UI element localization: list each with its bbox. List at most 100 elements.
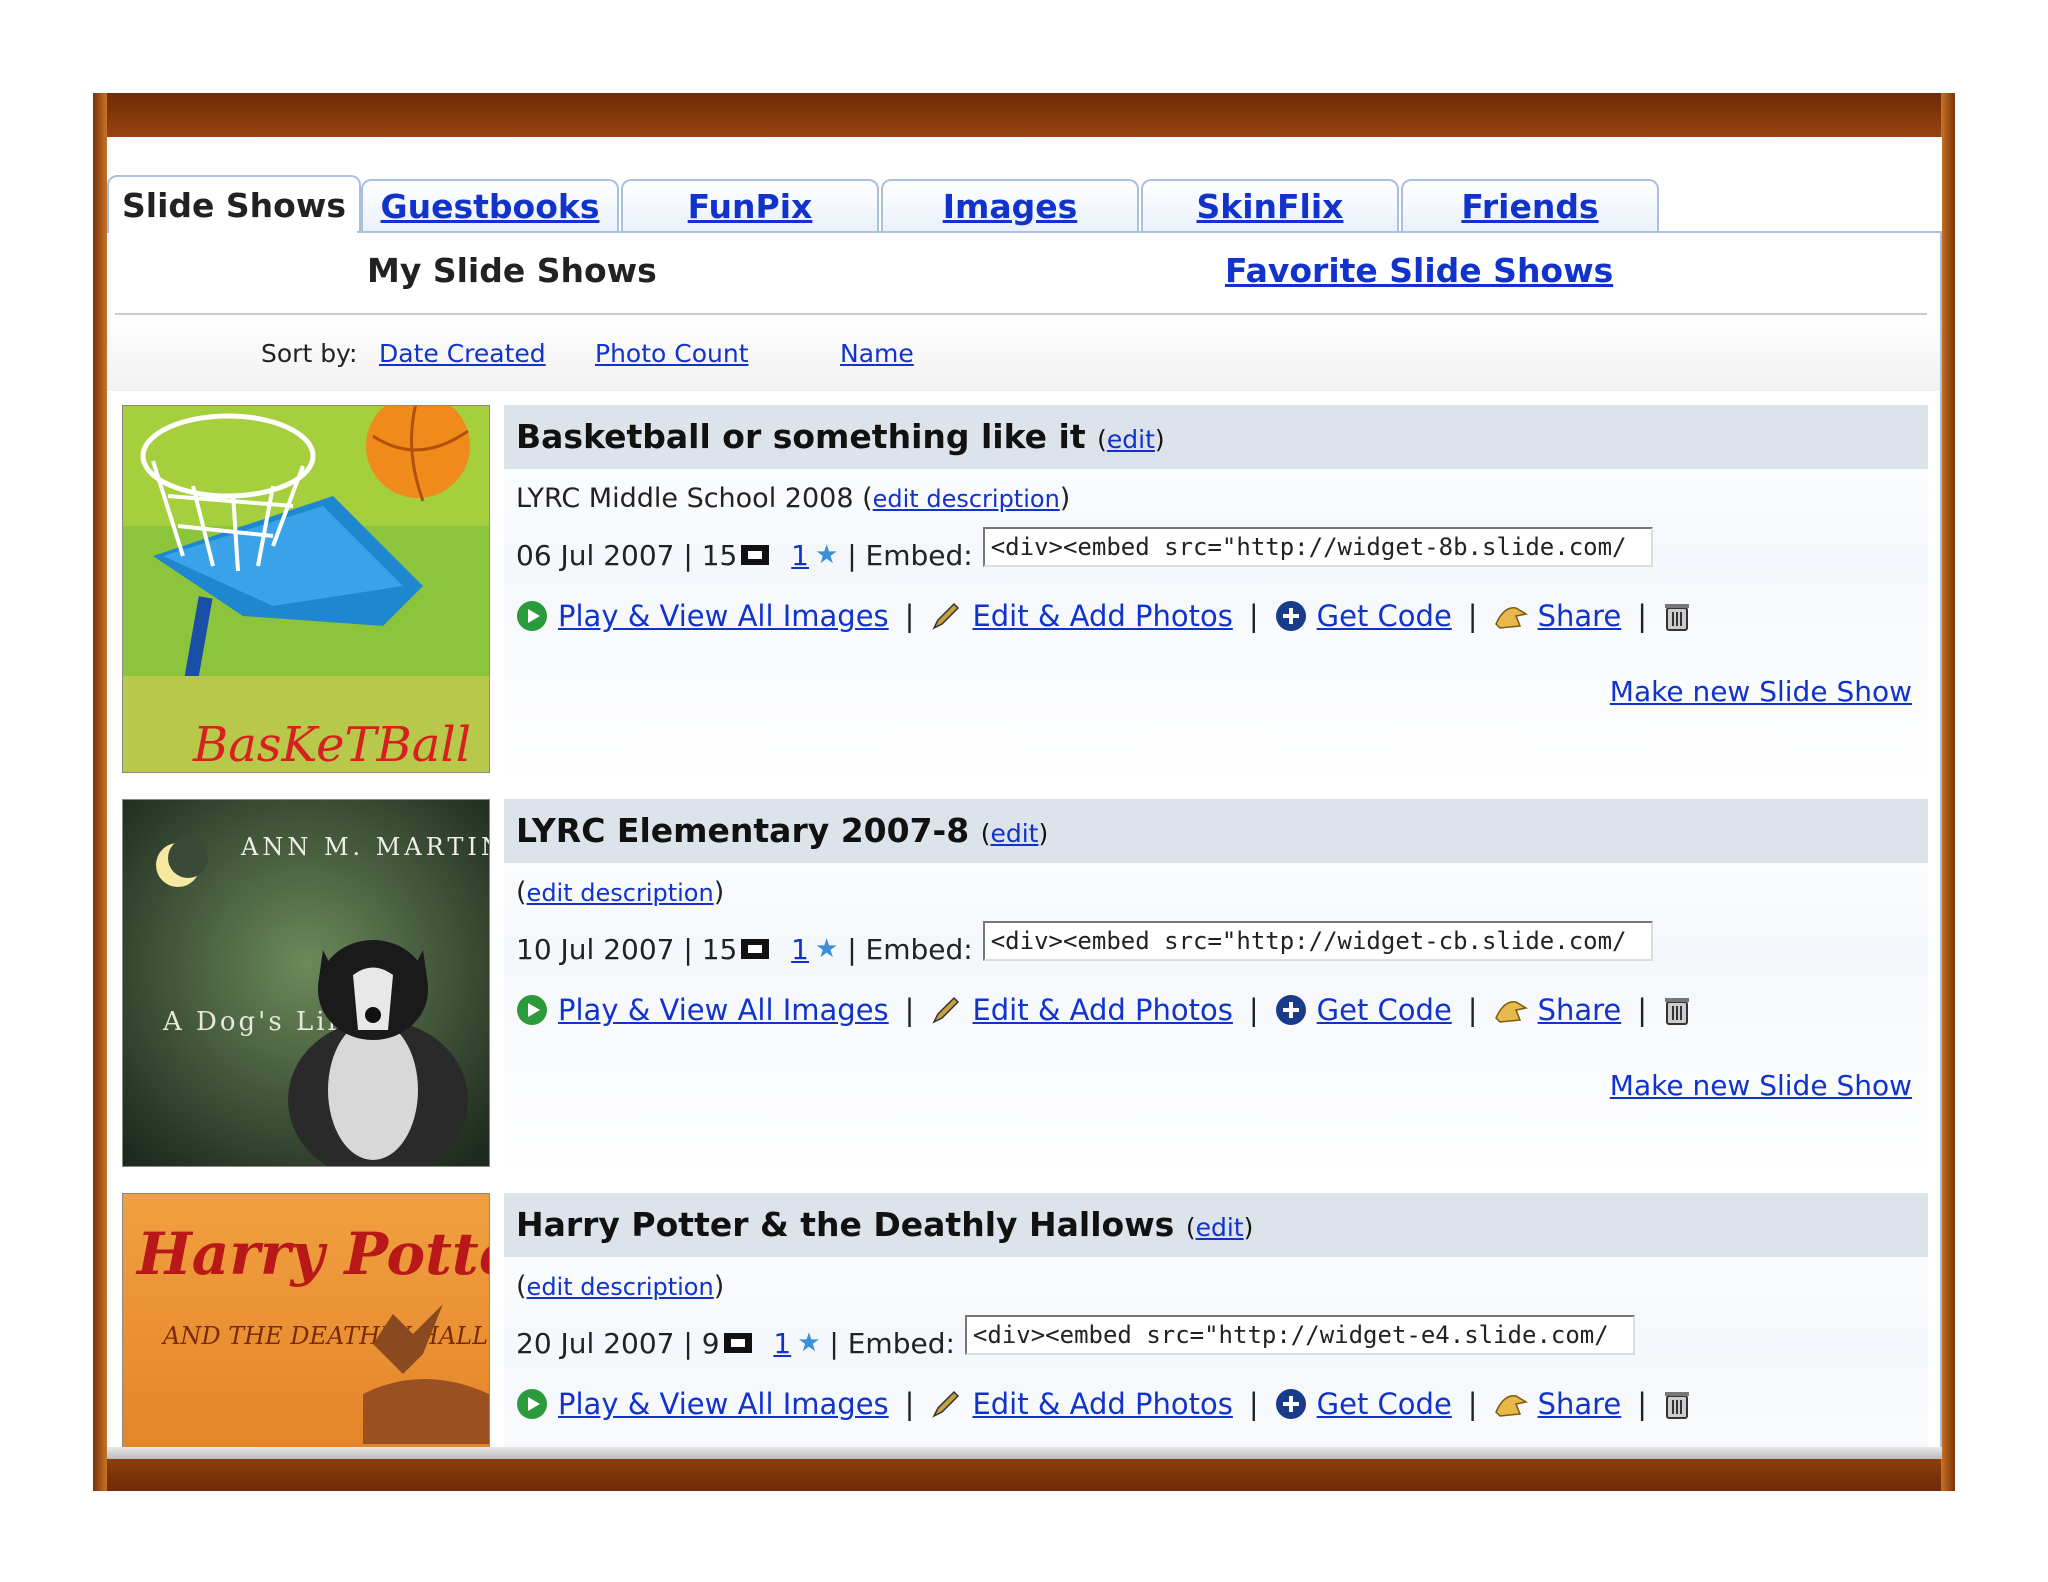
embed-label: Embed: xyxy=(865,932,973,966)
pencil-icon[interactable] xyxy=(930,1388,962,1420)
tab-skinflix-label[interactable]: SkinFlix xyxy=(1197,187,1344,226)
photos-icon xyxy=(741,939,770,959)
slideshow-description: (edit description) xyxy=(516,1271,725,1302)
make-new-slideshow-link[interactable]: Make new Slide Show xyxy=(1610,1069,1912,1102)
edit-add-photos-link[interactable]: Edit & Add Photos xyxy=(972,993,1232,1027)
embed-code-field[interactable]: <div><embed src="http://widget-e4.slide.… xyxy=(964,1315,1635,1355)
share-link[interactable]: Share xyxy=(1538,1387,1622,1421)
edit-add-photos-link[interactable]: Edit & Add Photos xyxy=(972,1387,1232,1421)
tab-guestbooks[interactable]: Guestbooks xyxy=(361,179,619,231)
sort-name[interactable]: Name xyxy=(840,339,914,368)
sort-date-created[interactable]: Date Created xyxy=(379,339,546,368)
tab-friends[interactable]: Friends xyxy=(1401,179,1659,231)
rating-count-link[interactable]: 1 xyxy=(791,933,809,966)
basketball-thumbnail-art: BasKeTBall xyxy=(123,406,489,772)
tab-guestbooks-label[interactable]: Guestbooks xyxy=(381,187,600,226)
tab-friends-label[interactable]: Friends xyxy=(1461,187,1598,226)
sort-bar: Sort by: Date Created Photo Count Name xyxy=(107,315,1940,391)
my-slide-shows-tab[interactable]: My Slide Shows xyxy=(367,251,657,290)
photo-count: 9 xyxy=(701,1326,720,1360)
share-hand-icon[interactable] xyxy=(1494,1388,1528,1420)
slideshow-meta: 20 Jul 2007 | 9 1 ★ | Embed: <div><embed … xyxy=(516,1315,1635,1363)
slideshow-meta: 10 Jul 2007 | 15 1 ★ | Embed: <div><embed… xyxy=(516,921,1653,969)
edit-title-link[interactable]: edit xyxy=(990,819,1038,848)
get-code-link[interactable]: Get Code xyxy=(1317,1387,1452,1421)
thumb-text: ANN M. MARTIN xyxy=(240,833,489,861)
frame-edge-left xyxy=(93,93,107,1491)
embed-label: Embed: xyxy=(847,1326,955,1360)
edit-title-link[interactable]: edit xyxy=(1196,1213,1244,1242)
rating-count-link[interactable]: 1 xyxy=(773,1327,791,1360)
trash-icon[interactable] xyxy=(1663,1388,1691,1420)
play-icon[interactable] xyxy=(516,1388,548,1420)
tab-skinflix[interactable]: SkinFlix xyxy=(1141,179,1399,231)
slideshow-title-text: Harry Potter & the Deathly Hallows xyxy=(516,1205,1175,1244)
created-date: 06 Jul 2007 xyxy=(516,538,675,572)
get-code-link[interactable]: Get Code xyxy=(1317,993,1452,1027)
tab-funpix[interactable]: FunPix xyxy=(621,179,879,231)
plus-circle-icon[interactable] xyxy=(1275,1388,1307,1420)
play-view-all-link[interactable]: Play & View All Images xyxy=(558,599,889,633)
edit-add-photos-link[interactable]: Edit & Add Photos xyxy=(972,599,1232,633)
subtabs: My Slide Shows Favorite Slide Shows xyxy=(107,233,1927,295)
share-hand-icon[interactable] xyxy=(1494,994,1528,1026)
edit-title-link[interactable]: edit xyxy=(1107,425,1155,454)
share-link[interactable]: Share xyxy=(1538,599,1622,633)
slideshow-info: Harry Potter & the Deathly Hallows (edit… xyxy=(504,1193,1928,1459)
tab-funpix-label[interactable]: FunPix xyxy=(688,187,813,226)
harry-potter-thumbnail-art: Harry Potter AND THE DEATHLY HALLOWS xyxy=(123,1194,489,1459)
slideshow-header: Basketball or something like it (edit) xyxy=(504,405,1928,469)
edit-description-link[interactable]: edit description xyxy=(527,1273,714,1301)
trash-icon[interactable] xyxy=(1663,994,1691,1026)
browser-screen: Slide Shows Guestbooks FunPix Images Ski… xyxy=(107,137,1942,1459)
pencil-icon[interactable] xyxy=(930,994,962,1026)
rating-count-link[interactable]: 1 xyxy=(791,539,809,572)
slideshow-header: Harry Potter & the Deathly Hallows (edit… xyxy=(504,1193,1928,1257)
photos-icon xyxy=(723,1333,752,1353)
trash-icon[interactable] xyxy=(1663,600,1691,632)
slideshow-thumbnail[interactable]: ANN M. MARTIN A Dog's Life xyxy=(122,799,490,1167)
plus-circle-icon[interactable] xyxy=(1275,994,1307,1026)
star-icon: ★ xyxy=(815,540,839,570)
slideshow-title-text: LYRC Elementary 2007-8 xyxy=(516,811,970,850)
slideshow-row: ANN M. MARTIN A Dog's Life LYRC Elementa… xyxy=(122,799,1928,1179)
favorite-slide-shows-link[interactable]: Favorite Slide Shows xyxy=(1225,251,1613,290)
slideshow-info: Basketball or something like it (edit) L… xyxy=(504,405,1928,785)
tab-images-label[interactable]: Images xyxy=(943,187,1078,226)
pencil-icon[interactable] xyxy=(930,600,962,632)
star-icon: ★ xyxy=(797,1328,821,1358)
plus-circle-icon[interactable] xyxy=(1275,600,1307,632)
slideshow-thumbnail[interactable]: BasKeTBall xyxy=(122,405,490,773)
slideshow-row: Harry Potter AND THE DEATHLY HALLOWS Har… xyxy=(122,1193,1928,1459)
edit-description-link[interactable]: edit description xyxy=(527,879,714,907)
slideshow-actions: Play & View All Images | Edit & Add Phot… xyxy=(516,1387,1701,1421)
slideshow-title: LYRC Elementary 2007-8 (edit) xyxy=(516,811,1049,850)
slideshow-thumbnail[interactable]: Harry Potter AND THE DEATHLY HALLOWS xyxy=(122,1193,490,1459)
description-text: LYRC Middle School 2008 xyxy=(516,483,854,514)
play-icon[interactable] xyxy=(516,994,548,1026)
slideshow-title: Basketball or something like it (edit) xyxy=(516,417,1165,456)
thumb-text: BasKeTBall xyxy=(192,717,471,772)
photos-icon xyxy=(741,545,770,565)
tab-images[interactable]: Images xyxy=(881,179,1139,231)
photo-count: 15 xyxy=(701,538,738,572)
play-view-all-link[interactable]: Play & View All Images xyxy=(558,1387,889,1421)
slideshow-actions: Play & View All Images | Edit & Add Phot… xyxy=(516,993,1701,1027)
share-link[interactable]: Share xyxy=(1538,993,1622,1027)
embed-code-field[interactable]: <div><embed src="http://widget-cb.slide.… xyxy=(982,921,1653,961)
play-view-all-link[interactable]: Play & View All Images xyxy=(558,993,889,1027)
sort-label: Sort by: xyxy=(261,339,358,368)
make-new-slideshow-link[interactable]: Make new Slide Show xyxy=(1610,675,1912,708)
sort-photo-count[interactable]: Photo Count xyxy=(595,339,749,368)
star-icon: ★ xyxy=(815,934,839,964)
slideshow-meta: 06 Jul 2007 | 15 1 ★ | Embed: <div><embed… xyxy=(516,527,1653,575)
get-code-link[interactable]: Get Code xyxy=(1317,599,1452,633)
embed-code-field[interactable]: <div><embed src="http://widget-8b.slide.… xyxy=(982,527,1653,567)
slideshow-row: BasKeTBall Basketball or something like … xyxy=(122,405,1928,785)
tab-slide-shows[interactable]: Slide Shows xyxy=(107,175,361,233)
slideshow-title: Harry Potter & the Deathly Hallows (edit… xyxy=(516,1205,1254,1244)
created-date: 20 Jul 2007 xyxy=(516,1326,675,1360)
play-icon[interactable] xyxy=(516,600,548,632)
edit-description-link[interactable]: edit description xyxy=(873,485,1060,513)
share-hand-icon[interactable] xyxy=(1494,600,1528,632)
